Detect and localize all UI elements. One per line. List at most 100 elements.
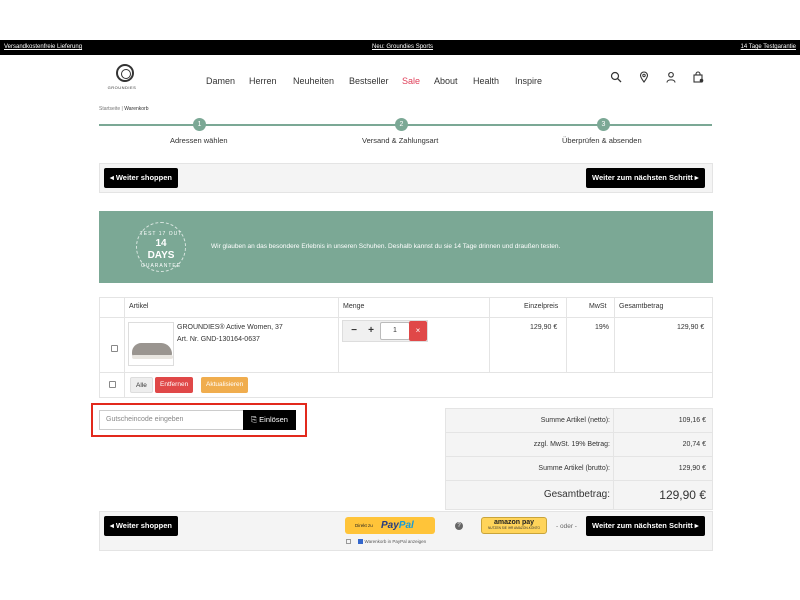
table-border [489,297,490,373]
nav-item-herren[interactable]: Herren [249,76,277,86]
table-border [99,317,713,318]
table-border [99,297,713,298]
promo-link-guarantee[interactable]: 14 Tage Testgarantie [741,44,797,50]
paypal-logo: PayPal [381,520,414,531]
quantity-input[interactable]: 1 [380,322,410,340]
redeem-voucher-button[interactable]: ⎘ Einlösen [243,410,296,430]
step-3-dot: 3 [597,118,610,131]
table-border [124,297,125,398]
summary-row-total: Gesamtbetrag: 129,90 € [445,480,713,510]
product-article-number: Art. Nr. GND-130164-0637 [177,336,260,343]
badge-bottom-text: GUARANTEE [140,263,182,269]
promo-link-shipping[interactable]: Versandkostenfreie Lieferung [4,44,82,50]
continue-shopping-button-bottom[interactable]: ◂ Weiter shoppen [104,516,178,536]
quantity-increase-button[interactable]: + [364,324,378,338]
paypal-cart-checkbox-label: Warenkorb in PayPal anzeigen [364,539,427,544]
banner-text: Wir glauben an das besondere Erlebnis in… [211,243,561,250]
summary-label-vat: zzgl. MwSt. 19% Betrag: [533,441,610,448]
summary-value-net: 109,16 € [678,417,706,424]
summary-value-vat: 20,74 € [682,441,706,448]
breadcrumb: Startseite | Warenkorb [99,106,149,112]
summary-label-net: Summe Artikel (netto): [540,417,610,424]
paypal-logo-pay: Pay [381,520,399,531]
step-1-dot: 1 [193,118,206,131]
promo-bar: Versandkostenfreie Lieferung Neu: Ground… [0,40,800,55]
user-icon[interactable] [665,70,677,83]
nav-item-inspire[interactable]: Inspire [515,76,542,86]
next-step-button-bottom[interactable]: Weiter zum nächsten Schritt ▸ [586,516,705,536]
paypal-button[interactable]: Direkt zu PayPal [345,517,435,534]
next-step-button-top[interactable]: Weiter zum nächsten Schritt ▸ [586,168,705,188]
product-name[interactable]: GROUNDIES® Active Women, 37 [177,324,283,331]
nav-item-sale[interactable]: Sale [402,76,420,86]
logo-icon [116,64,134,82]
summary-row-gross: Summe Artikel (brutto): 129,90 € [445,456,713,481]
badge-top-text: TEST 17 OUT [139,231,183,237]
item-vat: 19% [595,324,610,331]
summary-divider [613,408,614,510]
table-border [566,297,567,373]
cart-icon[interactable] [692,70,704,83]
breadcrumb-separator: | [121,106,123,112]
header-unit-price: Einzelpreis [524,303,559,310]
summary-label-total: Gesamtbetrag: [543,489,610,500]
table-border [712,297,713,398]
guarantee-banner: TEST 17 OUT 14 DAYS GUARANTEE Wir glaube… [99,211,713,283]
table-border [99,397,713,398]
paypal-cart-option: Warenkorb in PayPal anzeigen [346,539,427,545]
badge-days-text: DAYS [147,250,175,261]
table-border [338,297,339,373]
paypal-info-icon [346,539,351,545]
voucher-code-input[interactable]: Gutscheincode eingeben [99,410,245,430]
badge-days-number: 14 [155,238,167,249]
header-article: Artikel [129,303,149,310]
item-select-checkbox[interactable] [111,345,118,352]
amazon-pay-button[interactable]: amazon pay NUTZEN SIE IHR AMAZON-KONTO [481,517,547,534]
brand-name: GROUNDIES [107,85,137,90]
summary-row-vat: zzgl. MwSt. 19% Betrag: 20,74 € [445,432,713,457]
remove-selected-button[interactable]: Entfernen [155,377,194,393]
summary-label-gross: Summe Artikel (brutto): [538,465,610,472]
nav-item-damen[interactable]: Damen [206,76,235,86]
header-total: Gesamtbetrag [619,303,664,310]
product-image[interactable] [128,322,174,366]
summary-value-gross: 129,90 € [678,465,706,472]
breadcrumb-current: Warenkorb [124,106,149,112]
help-icon[interactable]: ? [455,522,463,530]
delete-item-button[interactable]: × [409,321,427,341]
table-border [614,297,615,373]
guarantee-badge-icon: TEST 17 OUT 14 DAYS GUARANTEE [136,222,186,272]
nav-item-about[interactable]: About [434,76,458,86]
table-border [99,372,713,373]
paypal-cart-checkbox[interactable] [358,539,364,545]
select-all-checkbox[interactable] [109,381,116,388]
summary-value-total: 129,90 € [659,488,706,502]
table-border [99,297,100,398]
promo-link-sports[interactable]: Neu: Groundies Sports [372,44,433,50]
nav-item-health[interactable]: Health [473,76,499,86]
step-2-label: Versand & Zahlungsart [362,136,439,145]
step-1-label: Adressen wählen [170,136,228,145]
step-2-dot: 2 [395,118,408,131]
search-icon[interactable] [610,70,622,83]
quantity-decrease-button[interactable]: − [347,324,361,338]
amazon-pay-logo: amazon pay [493,519,535,526]
continue-shopping-button-top[interactable]: ◂ Weiter shoppen [104,168,178,188]
or-separator: - oder - [556,523,577,530]
header-quantity: Menge [343,303,365,310]
select-all-button[interactable]: Alle [130,377,153,393]
shoe-sole-shape [132,355,173,359]
amazon-pay-subtext: NUTZEN SIE IHR AMAZON-KONTO [487,526,540,530]
summary-row-net: Summe Artikel (netto): 109,16 € [445,408,713,433]
location-icon[interactable] [638,70,650,83]
step-3-label: Überprüfen & absenden [562,136,642,145]
item-unit-price: 129,90 € [530,324,558,331]
paypal-direct-label: Direkt zu [355,523,373,528]
nav-item-neuheiten[interactable]: Neuheiten [293,76,334,86]
nav-item-bestseller[interactable]: Bestseller [349,76,389,86]
item-total: 129,90 € [677,324,705,331]
paypal-logo-pal: Pal [398,520,414,531]
breadcrumb-home[interactable]: Startseite [99,106,120,112]
brand-logo[interactable]: GROUNDIES [108,64,140,94]
update-cart-button[interactable]: Aktualisieren [201,377,249,393]
